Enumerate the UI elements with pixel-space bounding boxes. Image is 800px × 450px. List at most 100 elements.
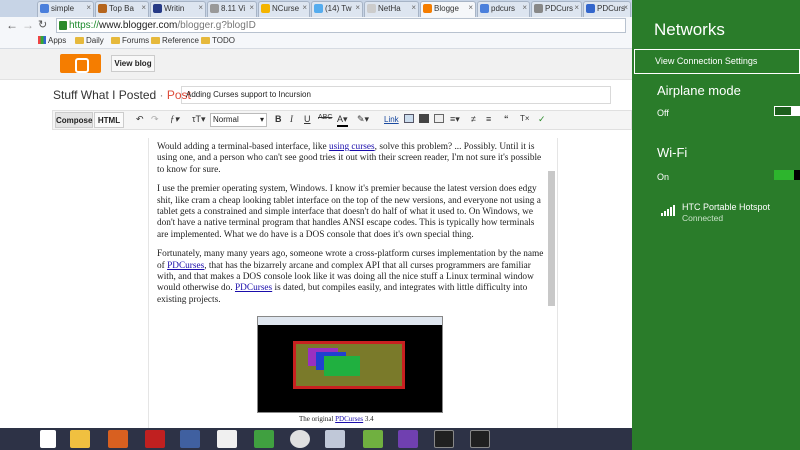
- browser-tab[interactable]: PDCurs ×: [583, 1, 631, 17]
- browser-tab[interactable]: Blogge ×: [420, 1, 476, 17]
- console-icon-2[interactable]: [470, 430, 490, 448]
- back-icon[interactable]: ←: [6, 18, 18, 32]
- post-editor[interactable]: Would adding a terminal-based interface,…: [148, 138, 558, 428]
- chrome-icon[interactable]: [290, 430, 310, 448]
- text-color-icon[interactable]: A▾: [337, 114, 348, 127]
- browser-tab[interactable]: PDCurs ×: [531, 1, 582, 17]
- jump-break-icon[interactable]: [434, 114, 444, 123]
- spreadsheet-icon[interactable]: [254, 430, 274, 448]
- browser-tab[interactable]: (14) Tw ×: [311, 1, 363, 17]
- bookmark-daily[interactable]: Daily: [75, 36, 104, 45]
- folder-icon: [75, 37, 84, 44]
- link-button[interactable]: Link: [384, 115, 399, 124]
- character-map-icon[interactable]: [217, 430, 237, 448]
- red-app-icon[interactable]: [145, 430, 165, 448]
- pen-tablet-icon[interactable]: [180, 430, 200, 448]
- airplane-mode-toggle[interactable]: [774, 106, 800, 116]
- post-link[interactable]: PDCurses: [167, 261, 204, 271]
- tab-label: PDCurs: [545, 4, 574, 13]
- wifi-toggle[interactable]: [774, 170, 800, 180]
- format-select[interactable]: Normal ▾: [210, 113, 267, 127]
- visual-studio-icon[interactable]: [398, 430, 418, 448]
- bulleted-list-icon[interactable]: ≡: [486, 114, 491, 124]
- zip-app-icon[interactable]: [363, 430, 383, 448]
- browser-tab[interactable]: simple ×: [37, 1, 94, 17]
- view-connection-settings-link[interactable]: View Connection Settings: [634, 49, 800, 74]
- bold-icon[interactable]: B: [275, 114, 282, 124]
- tab-favicon-icon: [367, 4, 376, 13]
- strikethrough-icon[interactable]: ABC: [318, 114, 332, 121]
- blog-name[interactable]: Stuff What I Posted: [53, 88, 156, 102]
- close-tab-icon[interactable]: ×: [468, 3, 473, 12]
- highlight-icon[interactable]: ✎▾: [357, 114, 369, 125]
- video-icon[interactable]: [419, 114, 429, 123]
- italic-icon[interactable]: I: [290, 114, 293, 124]
- blogger-header: View blog: [0, 49, 632, 80]
- chevron-down-icon: ▾: [259, 115, 264, 124]
- close-tab-icon[interactable]: ×: [623, 3, 628, 12]
- bookmark-reference[interactable]: Reference: [151, 36, 199, 45]
- close-tab-icon[interactable]: ×: [574, 3, 579, 12]
- quote-icon[interactable]: “: [504, 114, 509, 124]
- post-paragraph: I use the premier operating system, Wind…: [157, 184, 547, 241]
- window-app-icon[interactable]: [325, 430, 345, 448]
- tab-label: 8.11 Vi: [221, 4, 246, 13]
- tab-label: (14) Tw: [325, 4, 352, 13]
- align-icon[interactable]: ≡▾: [450, 114, 460, 125]
- close-tab-icon[interactable]: ×: [302, 3, 307, 12]
- compose-mode-button[interactable]: Compose: [55, 112, 93, 128]
- pdcurses-screenshot-image[interactable]: [257, 316, 443, 413]
- close-tab-icon[interactable]: ×: [249, 3, 254, 12]
- close-tab-icon[interactable]: ×: [198, 3, 203, 12]
- bookmark-todo[interactable]: TODO: [201, 36, 235, 45]
- view-blog-button[interactable]: View blog: [111, 55, 155, 72]
- file-explorer-icon[interactable]: [70, 430, 90, 448]
- numbered-list-icon[interactable]: ≠: [471, 114, 476, 124]
- caption-link[interactable]: PDCurses: [335, 415, 363, 423]
- post-link[interactable]: PDCurses: [235, 283, 272, 293]
- close-tab-icon[interactable]: ×: [86, 3, 91, 12]
- browser-tab[interactable]: NCurse ×: [258, 1, 310, 17]
- post-link[interactable]: using curses: [329, 142, 375, 152]
- html-mode-button[interactable]: HTML: [94, 112, 124, 128]
- image-icon[interactable]: [404, 114, 414, 123]
- editor-scrollbar-thumb[interactable]: [548, 171, 555, 306]
- blogger-logo-icon[interactable]: [60, 54, 101, 73]
- close-tab-icon[interactable]: ×: [355, 3, 360, 12]
- post-title-row: Stuff What I Posted · Post Adding Curses…: [0, 80, 632, 108]
- windows-start-icon[interactable]: [40, 430, 56, 448]
- bookmarks-bar: Apps Daily Forums Reference TODO: [0, 34, 632, 49]
- lock-icon: [59, 21, 67, 30]
- browser-tab[interactable]: Writin ×: [150, 1, 206, 17]
- folder-icon: [151, 37, 160, 44]
- paint-brush-icon[interactable]: [108, 430, 128, 448]
- network-item-name[interactable]: HTC Portable Hotspot: [682, 202, 770, 212]
- post-title-input[interactable]: Adding Curses support to Incursion: [181, 86, 611, 104]
- bookmark-apps[interactable]: Apps: [38, 36, 66, 45]
- editor-toolbar: Compose HTML ↶ ↷ ƒ▾ τT▾ Normal ▾ B I U AB…: [52, 110, 632, 130]
- browser-tab[interactable]: Top Ba ×: [95, 1, 149, 17]
- spellcheck-icon[interactable]: ✓: [538, 114, 546, 125]
- font-size-icon[interactable]: τT▾: [192, 114, 206, 125]
- close-tab-icon[interactable]: ×: [141, 3, 146, 12]
- browser-tab[interactable]: pdcurs ×: [477, 1, 530, 17]
- bookmark-forums[interactable]: Forums: [111, 36, 149, 45]
- close-tab-icon[interactable]: ×: [522, 3, 527, 12]
- tab-favicon-icon: [586, 4, 595, 13]
- undo-icon[interactable]: ↶: [136, 114, 144, 125]
- tab-label: Writin: [164, 4, 185, 13]
- underline-icon[interactable]: U: [304, 114, 311, 124]
- url-host: www.blogger.com: [99, 20, 178, 31]
- redo-icon[interactable]: ↷: [151, 114, 159, 125]
- clear-format-icon[interactable]: T×: [520, 114, 530, 123]
- address-bar[interactable]: https://www.blogger.com/blogger.g?blogID: [56, 18, 626, 33]
- close-tab-icon[interactable]: ×: [411, 3, 416, 12]
- forward-icon[interactable]: →: [22, 18, 34, 32]
- wifi-heading: Wi-Fi: [657, 145, 688, 160]
- font-family-icon[interactable]: ƒ▾: [170, 114, 179, 125]
- console-icon[interactable]: [434, 430, 454, 448]
- browser-tab[interactable]: NetHa ×: [364, 1, 419, 17]
- image-window-titlebar: [258, 317, 442, 325]
- reload-icon[interactable]: ↻: [38, 18, 47, 31]
- browser-tab[interactable]: 8.11 Vi ×: [207, 1, 257, 17]
